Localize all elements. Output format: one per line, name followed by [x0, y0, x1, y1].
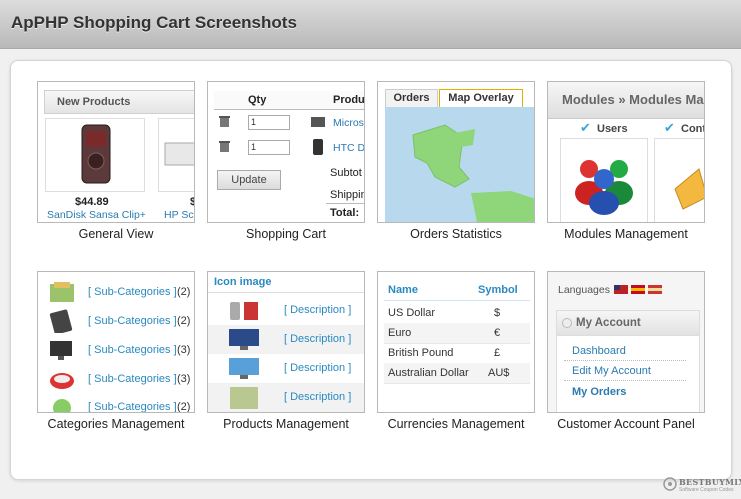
table-row: British Pound £ — [384, 343, 530, 364]
screenshot-products-management[interactable]: Icon image [ Description ] [ Description… — [207, 271, 365, 413]
screenshots-panel: New Products $44.89 $ SanDisk Sansa Clip… — [10, 60, 732, 480]
check-icon: ✔ — [664, 120, 675, 135]
page-header: ApPHP Shopping Cart Screenshots — [0, 0, 741, 49]
update-button[interactable]: Update — [217, 170, 281, 190]
list-item: [ Sub-Categories ] (2) — [38, 278, 194, 307]
table-row: [ Description ] — [208, 354, 364, 383]
qty-input[interactable]: 1 — [248, 140, 290, 155]
product-thumb-icon — [310, 115, 326, 132]
qty-input[interactable]: 1 — [248, 115, 290, 130]
tab-map-overlay[interactable]: Map Overlay — [439, 89, 523, 107]
product-link[interactable]: HP Sca — [164, 209, 194, 221]
screenshot-shopping-cart[interactable]: Qty Produ 1 Micros 1 HTC D Update Subtot… — [207, 81, 365, 223]
tab-orders[interactable]: Orders — [385, 89, 438, 108]
language-flags-icon[interactable] — [614, 284, 662, 294]
check-icon: ✔ — [580, 120, 591, 135]
world-map — [385, 107, 534, 222]
page-title: ApPHP Shopping Cart Screenshots — [11, 13, 297, 32]
product-price: $44.89 — [75, 196, 109, 208]
edit-account-link[interactable]: Edit My Account — [572, 365, 651, 377]
product-image-scanner — [158, 118, 194, 192]
screenshot-customer-account-panel[interactable]: Languages My Account Dashboard Edit My A… — [547, 271, 705, 413]
phone-thumb-icon — [312, 138, 324, 159]
product-image-mp3-player — [45, 118, 145, 192]
trash-icon[interactable] — [219, 115, 230, 130]
trash-icon[interactable] — [219, 140, 230, 155]
table-row: Euro € — [384, 323, 530, 344]
list-item: [ Sub-Categories ] (2) — [38, 394, 194, 412]
screenshot-orders-statistics[interactable]: Orders Map Overlay — [377, 81, 535, 223]
list-item: [ Sub-Categories ] (3) — [38, 336, 194, 365]
product-link[interactable]: SanDisk Sansa Clip+ — [47, 209, 146, 221]
screenshot-categories-management[interactable]: [ Sub-Categories ] (2) [ Sub-Categories … — [37, 271, 195, 413]
table-row: Australian Dollar AU$ — [384, 363, 530, 384]
list-item: [ Sub-Categories ] (3) — [38, 365, 194, 394]
users-module-icon[interactable] — [560, 138, 648, 222]
contact-module-icon[interactable] — [654, 138, 704, 222]
table-row: US Dollar $ — [384, 303, 530, 324]
caption: General View — [78, 227, 154, 241]
new-products-header: New Products — [44, 90, 194, 114]
table-row: [ Description ] — [208, 325, 364, 354]
table-row: [ Description ] — [208, 296, 364, 325]
collapse-icon[interactable] — [562, 318, 572, 328]
watermark-logo: BESTBUYMIX Software Coupon Codes — [663, 475, 741, 497]
screenshot-currencies-management[interactable]: Name Symbol US Dollar $ Euro € British P… — [377, 271, 535, 413]
screenshot-general-view[interactable]: New Products $44.89 $ SanDisk Sansa Clip… — [37, 81, 195, 223]
table-row: [ Description ] — [208, 383, 364, 412]
list-item: [ Sub-Categories ] (2) — [38, 307, 194, 336]
my-orders-link[interactable]: My Orders — [572, 386, 626, 398]
dashboard-link[interactable]: Dashboard — [572, 345, 626, 357]
screenshot-modules-management[interactable]: Modules » Modules Ma ✔ Users ✔ Cont — [547, 81, 705, 223]
